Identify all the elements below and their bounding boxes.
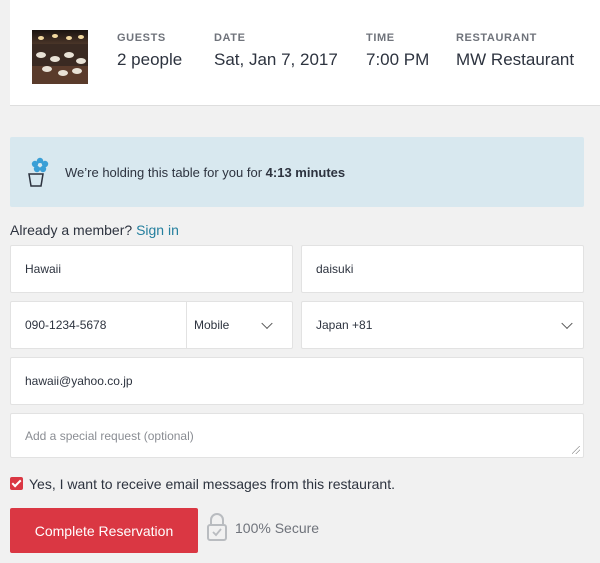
phone-type-select[interactable]: Mobile	[187, 302, 294, 348]
member-prompt-text: Already a member?	[10, 222, 137, 238]
email-optin-label[interactable]: Yes, I want to receive email messages fr…	[29, 476, 395, 492]
country-code-select[interactable]: Japan +81	[301, 301, 584, 349]
first-name-value: Hawaii	[25, 262, 62, 276]
date-summary: DATE Sat, Jan 7, 2017	[214, 32, 338, 70]
last-name-value: daisuki	[316, 262, 354, 276]
chevron-down-icon	[261, 317, 273, 330]
restaurant-value: MW Restaurant	[456, 50, 575, 69]
special-request-textarea[interactable]: Add a special request (optional)	[10, 413, 584, 458]
guests-value: 2 people	[117, 50, 183, 69]
resize-handle-icon[interactable]	[572, 446, 580, 454]
phone-field[interactable]: 090-1234-5678 Mobile	[10, 301, 293, 349]
member-prompt: Already a member? Sign in	[10, 222, 179, 238]
time-label: TIME	[366, 32, 395, 44]
holding-banner: We’re holding this table for you for 4:1…	[10, 137, 584, 207]
email-optin-checkbox[interactable]	[10, 477, 23, 490]
guests-label: GUESTS	[117, 32, 166, 44]
email-field[interactable]: hawaii@yahoo.co.jp	[10, 357, 584, 405]
phone-type-value: Mobile	[194, 318, 230, 332]
complete-reservation-button[interactable]: Complete Reservation	[10, 508, 198, 553]
chevron-down-icon	[561, 317, 573, 330]
time-summary: TIME 7:00 PM	[366, 32, 429, 70]
first-name-field[interactable]: Hawaii	[10, 245, 293, 293]
restaurant-label: RESTAURANT	[456, 32, 537, 44]
last-name-field[interactable]: daisuki	[301, 245, 584, 293]
time-value: 7:00 PM	[366, 50, 430, 69]
restaurant-photo	[32, 30, 88, 84]
email-value: hawaii@yahoo.co.jp	[25, 374, 133, 388]
guests-summary: GUESTS 2 people	[117, 32, 182, 70]
special-request-placeholder: Add a special request (optional)	[25, 428, 194, 443]
holding-message: We’re holding this table for you for 4:1…	[65, 165, 345, 180]
country-code-value: Japan +81	[316, 318, 373, 332]
restaurant-summary: RESTAURANT MW Restaurant	[456, 32, 574, 70]
reservation-summary: GUESTS 2 people DATE Sat, Jan 7, 2017 TI…	[10, 0, 600, 106]
flower-pot-icon	[28, 157, 49, 187]
hold-timer: 4:13 minutes	[265, 165, 346, 180]
lock-icon	[207, 513, 227, 541]
date-label: DATE	[214, 32, 246, 44]
secure-label: 100% Secure	[235, 520, 320, 536]
holding-text: We’re holding this table for you for	[65, 165, 266, 180]
phone-value: 090-1234-5678	[25, 318, 107, 332]
sign-in-link[interactable]: Sign in	[136, 222, 179, 238]
date-value: Sat, Jan 7, 2017	[214, 50, 338, 69]
